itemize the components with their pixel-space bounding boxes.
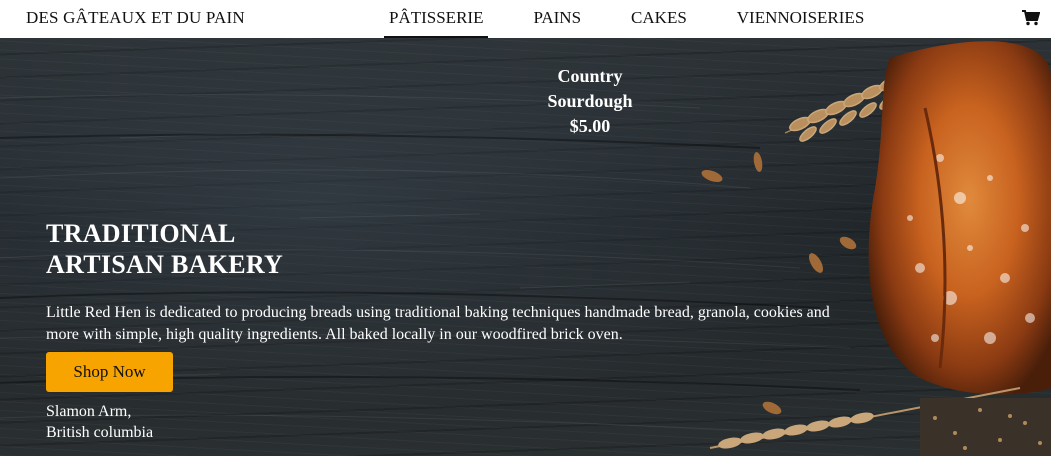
product-name-line2: Sourdough: [547, 91, 633, 111]
nav-item-viennoiseries[interactable]: VIENNOISERIES: [732, 0, 870, 38]
hero-banner: Country Sourdough $5.00 TRADITIONAL ARTI…: [0, 38, 1051, 456]
main-menu: PÂTISSERIE PAINS CAKES VIENNOISERIES: [384, 0, 909, 38]
hero-description: Little Red Hen is dedicated to producing…: [46, 304, 830, 343]
nav-item-cakes[interactable]: CAKES: [626, 0, 692, 38]
product-name-line1: Country: [557, 66, 623, 86]
nav-item-patisserie[interactable]: PÂTISSERIE: [384, 0, 489, 38]
top-nav: DES GÂTEAUX ET DU PAIN PÂTISSERIE PAINS …: [0, 0, 1051, 38]
hero-title: TRADITIONAL ARTISAN BAKERY: [46, 218, 283, 280]
shopping-cart-icon[interactable]: [1022, 10, 1040, 26]
address: Slamon Arm, British columbia: [46, 401, 153, 443]
nav-item-pains[interactable]: PAINS: [528, 0, 586, 38]
product-price: $5.00: [569, 116, 611, 136]
product-label: Country Sourdough $5.00: [520, 64, 660, 139]
brand-logo-link[interactable]: DES GÂTEAUX ET DU PAIN: [26, 8, 245, 28]
hero-title-line2: ARTISAN BAKERY: [46, 250, 284, 279]
address-line1: Slamon Arm,: [46, 403, 132, 420]
address-line2: British columbia: [46, 424, 154, 441]
hero-title-line1: TRADITIONAL: [46, 219, 236, 248]
bread-wheat-image: [701, 41, 1051, 456]
shop-now-button[interactable]: Shop Now: [46, 352, 173, 392]
